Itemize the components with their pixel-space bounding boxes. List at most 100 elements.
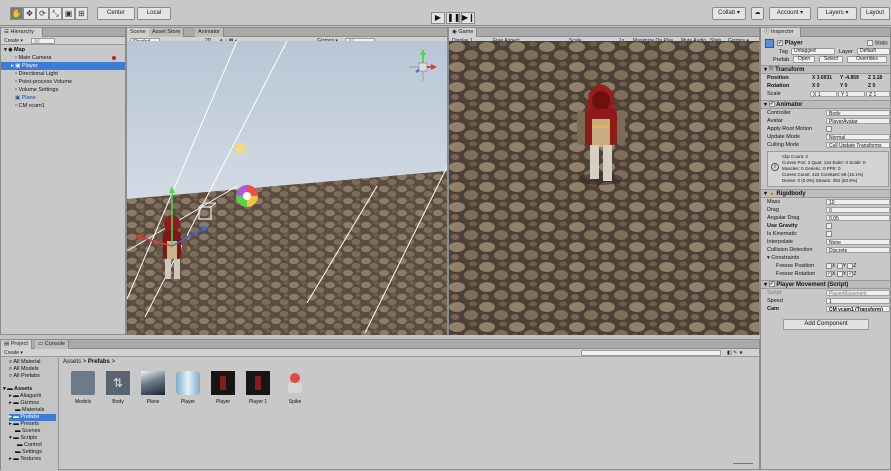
- asset-item[interactable]: Player: [209, 371, 237, 409]
- folder-item[interactable]: ▸ ▬ Presets: [9, 421, 39, 428]
- drag-field[interactable]: 0: [826, 207, 890, 213]
- folder-item[interactable]: ▬ Settings: [15, 449, 42, 456]
- tab-inspector[interactable]: ⓘ Inspector: [761, 28, 801, 37]
- game-viewport[interactable]: [449, 41, 759, 335]
- play-button[interactable]: ▶: [431, 12, 445, 24]
- scale-z[interactable]: Z 1: [866, 91, 890, 97]
- scale-y[interactable]: Y 1: [838, 91, 865, 97]
- position-z[interactable]: Z 3.18: [866, 75, 890, 81]
- hierarchy-item[interactable]: ▫ CM vcam1: [1, 102, 125, 110]
- scene-viewport[interactable]: [127, 41, 447, 335]
- layout-dropdown[interactable]: Layout: [860, 7, 890, 20]
- folder-item[interactable]: ▸ ▬ Aliaguriti: [9, 393, 41, 400]
- tab-console[interactable]: ▭ Console: [35, 340, 69, 349]
- hierarchy-create-button[interactable]: Create ▾: [4, 38, 23, 44]
- position-x[interactable]: X 3.6931: [810, 75, 837, 81]
- transform-header[interactable]: ▾ ⤧ Transform: [761, 65, 890, 74]
- static-checkbox[interactable]: [867, 40, 873, 46]
- scene-root-map[interactable]: ▾ ◈ Map: [1, 46, 125, 54]
- culling-mode-dropdown[interactable]: Cull Update Transforms: [826, 142, 890, 148]
- layers-dropdown[interactable]: Layers ▾: [817, 7, 857, 20]
- folder-item-selected[interactable]: ▸ ▬ Prefabs: [9, 414, 56, 421]
- controller-field[interactable]: Body: [826, 110, 890, 116]
- tab-asset-store[interactable]: Asset Store: [149, 28, 185, 37]
- rotate-tool-icon[interactable]: ⟳: [36, 7, 49, 20]
- animator-enabled-checkbox[interactable]: ✓: [768, 101, 775, 108]
- active-checkbox[interactable]: ✓: [777, 40, 783, 46]
- folder-item[interactable]: ▸ ▬ Gizmos: [9, 400, 39, 407]
- folder-item[interactable]: ▸ ▬ Textures: [9, 456, 41, 463]
- asset-item[interactable]: Spike: [281, 371, 309, 409]
- space-toggle[interactable]: Local: [137, 7, 171, 20]
- freeze-position-checkboxes[interactable]: X Y Z: [826, 262, 856, 270]
- layer-dropdown[interactable]: Default: [857, 48, 890, 55]
- pivot-toggle[interactable]: Center: [97, 7, 135, 20]
- rotation-y[interactable]: Y 0: [838, 83, 865, 89]
- breadcrumb-assets[interactable]: Assets: [63, 359, 81, 365]
- project-search-input[interactable]: [581, 350, 721, 356]
- prefab-open-button[interactable]: Open: [793, 56, 815, 63]
- hierarchy-item[interactable]: ▣ Plane: [1, 94, 125, 102]
- constraints-foldout[interactable]: ▾ Constraints: [767, 254, 799, 262]
- prefab-select-button[interactable]: Select: [819, 56, 843, 63]
- assets-folder[interactable]: ▾ ▬ Assets: [3, 386, 32, 393]
- favorite-item[interactable]: ⌕ All Material: [9, 359, 41, 366]
- avatar-field[interactable]: PlayerAvatar: [826, 118, 890, 124]
- script-enabled-checkbox[interactable]: ✓: [768, 281, 775, 288]
- tab-project[interactable]: ▤ Project: [1, 340, 32, 349]
- thumbnail-size-slider[interactable]: [733, 463, 753, 464]
- tab-scene[interactable]: Scene: [127, 28, 150, 37]
- tab-animator[interactable]: Animator: [195, 28, 225, 37]
- rotation-z[interactable]: Z 0: [866, 83, 890, 89]
- asset-item[interactable]: Player 1: [244, 371, 272, 409]
- update-mode-dropdown[interactable]: Normal: [826, 134, 890, 140]
- account-dropdown[interactable]: Account ▾: [769, 7, 811, 20]
- project-create-button[interactable]: Create ▾: [4, 350, 23, 356]
- angular-drag-field[interactable]: 0.05: [826, 215, 890, 221]
- transform-tool-icon[interactable]: ⊞: [75, 7, 88, 20]
- is-kinematic-checkbox[interactable]: [826, 231, 832, 237]
- rigidbody-header[interactable]: ▾ ▲ Rigidbody: [761, 189, 890, 198]
- volume-color-wheel-icon[interactable]: [236, 185, 258, 207]
- speed-field[interactable]: 1: [826, 298, 890, 304]
- folder-item[interactable]: ▾ ▬ Scripts: [9, 435, 37, 442]
- hierarchy-item[interactable]: ▫ Directional Light: [1, 70, 125, 78]
- object-name-field[interactable]: Player: [785, 41, 803, 47]
- tag-dropdown[interactable]: Untagged: [791, 48, 835, 55]
- hierarchy-item[interactable]: ▫ Volume Settings: [1, 86, 125, 94]
- hierarchy-item[interactable]: ▫ Main Camera: [1, 54, 125, 62]
- mass-field[interactable]: 10: [826, 199, 890, 205]
- cloud-icon[interactable]: ☁: [751, 7, 764, 20]
- freeze-rotation-checkboxes[interactable]: ✓X Y ✓Z: [826, 270, 856, 278]
- player-movement-header[interactable]: ▾ ✓ Player Movement (Script): [761, 280, 890, 289]
- tab-game[interactable]: ◉ Game: [449, 28, 478, 37]
- asset-item[interactable]: ⇅ Body: [104, 371, 132, 409]
- hand-tool-icon[interactable]: ✋: [10, 7, 23, 20]
- collision-detection-dropdown[interactable]: Discrete: [826, 247, 890, 253]
- step-button[interactable]: ▶❙: [461, 12, 475, 24]
- apply-root-motion-checkbox[interactable]: [826, 126, 832, 132]
- scale-x[interactable]: X 1: [810, 91, 837, 97]
- asset-item[interactable]: Player: [174, 371, 202, 409]
- folder-item[interactable]: ▬ Materials: [15, 407, 44, 414]
- interpolate-dropdown[interactable]: None: [826, 239, 890, 245]
- breadcrumb-prefabs[interactable]: Prefabs: [88, 359, 110, 365]
- hierarchy-item[interactable]: ▫ Point-process Volume: [1, 78, 125, 86]
- rotation-x[interactable]: X 0: [810, 83, 837, 89]
- rect-tool-icon[interactable]: ▣: [62, 7, 75, 20]
- cam-field[interactable]: CM vcam1 (Transform): [826, 306, 890, 312]
- collab-button[interactable]: Collab ▾: [712, 7, 746, 20]
- asset-item[interactable]: Plane: [139, 371, 167, 409]
- filter-icon[interactable]: ◧ ✎ ★: [727, 350, 743, 356]
- asset-item[interactable]: Models: [69, 371, 97, 409]
- favorite-item[interactable]: ⌕ All Models: [9, 366, 39, 373]
- hierarchy-search-input[interactable]: All: [31, 38, 55, 44]
- use-gravity-checkbox[interactable]: [826, 223, 832, 229]
- position-y[interactable]: Y -4.859: [838, 75, 865, 81]
- folder-item[interactable]: ▬ Scenes: [15, 428, 40, 435]
- move-tool-icon[interactable]: ✥: [23, 7, 36, 20]
- animator-header[interactable]: ▾ ✓ Animator: [761, 100, 890, 109]
- scale-tool-icon[interactable]: ⤡: [49, 7, 62, 20]
- pause-button[interactable]: ❚❚: [446, 12, 460, 24]
- hierarchy-item-selected[interactable]: ▸ ▣ Player: [1, 62, 125, 70]
